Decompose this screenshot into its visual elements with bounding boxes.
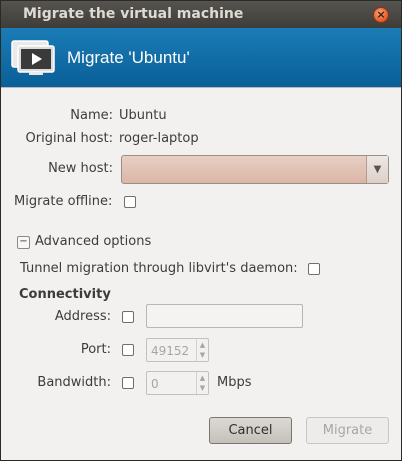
migrate-dialog-window: Migrate the virtual machine × Migrate 'U…	[0, 0, 402, 461]
name-label: Name:	[70, 108, 113, 123]
original-host-value: roger-laptop	[119, 131, 199, 146]
title-bar[interactable]: Migrate the virtual machine ×	[1, 1, 401, 28]
migrate-offline-checkbox[interactable]	[124, 196, 136, 208]
dropdown-arrow-icon[interactable]: ▼	[366, 156, 388, 183]
cancel-button[interactable]: Cancel	[209, 417, 292, 444]
migrate-offline-label: Migrate offline:	[14, 194, 113, 209]
port-label: Port:	[80, 342, 111, 357]
new-host-combobox[interactable]: ▼	[121, 155, 389, 184]
name-value: Ubuntu	[119, 108, 167, 123]
bandwidth-spinner[interactable]: 0 ▲ ▼	[146, 371, 209, 395]
bandwidth-unit: Mbps	[217, 375, 252, 390]
spinner-arrows-icon[interactable]: ▲ ▼	[196, 372, 208, 394]
spinner-arrows-icon[interactable]: ▲ ▼	[196, 339, 208, 361]
address-field[interactable]	[146, 304, 303, 328]
migrate-button[interactable]: Migrate	[306, 417, 389, 444]
virtual-machine-monitor-icon	[11, 40, 55, 75]
advanced-options-label[interactable]: Advanced options	[35, 234, 151, 249]
advanced-options-expander-icon[interactable]: −	[17, 236, 30, 249]
port-checkbox[interactable]	[122, 344, 134, 356]
connectivity-heading: Connectivity	[19, 287, 111, 302]
port-spinner-value: 49152	[151, 344, 190, 358]
window-title: Migrate the virtual machine	[23, 6, 244, 22]
bandwidth-checkbox[interactable]	[122, 377, 134, 389]
address-label: Address:	[54, 309, 111, 324]
close-icon[interactable]: ×	[373, 7, 389, 23]
bandwidth-label: Bandwidth:	[37, 375, 111, 390]
header-banner: Migrate 'Ubuntu'	[1, 28, 401, 88]
page-title: Migrate 'Ubuntu'	[67, 48, 190, 67]
tunnel-migration-label: Tunnel migration through libvirt's daemo…	[20, 261, 298, 276]
port-spinner[interactable]: 49152 ▲ ▼	[146, 338, 209, 362]
address-checkbox[interactable]	[122, 311, 134, 323]
original-host-label: Original host:	[25, 131, 113, 146]
new-host-label: New host:	[48, 161, 113, 176]
bandwidth-spinner-value: 0	[151, 377, 159, 391]
tunnel-migration-checkbox[interactable]	[308, 263, 320, 275]
